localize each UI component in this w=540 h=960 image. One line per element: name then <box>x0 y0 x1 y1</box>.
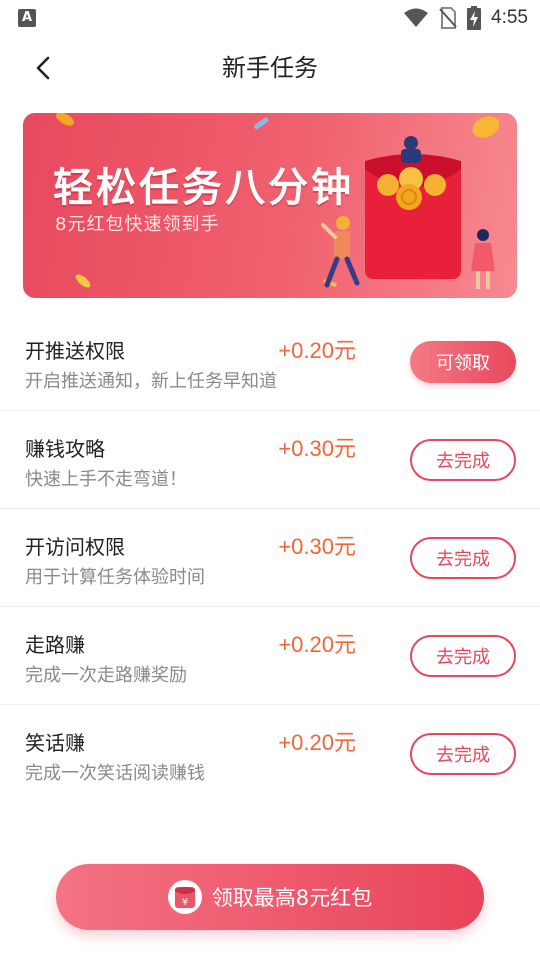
task-row: 赚钱攻略 快速上手不走弯道！ +0.30元 去完成 <box>0 411 540 509</box>
header: 新手任务 <box>0 36 540 100</box>
status-bar: A 4:55 <box>0 0 540 36</box>
task-desc: 完成一次走路赚奖励 <box>25 665 187 686</box>
banner-subtitle: 8元红包快速领到手 <box>55 214 220 235</box>
task-reward: +0.30元 <box>278 436 356 461</box>
task-title: 开访问权限 <box>25 535 125 559</box>
task-reward: +0.20元 <box>278 632 356 657</box>
promo-banner[interactable]: 轻松任务八分钟 8元红包快速领到手 <box>23 113 517 298</box>
task-desc: 完成一次笑话阅读赚钱 <box>25 763 205 784</box>
task-desc: 开启推送通知，新上任务早知道 <box>25 371 277 392</box>
status-icons: 4:55 <box>403 0 528 36</box>
no-sim-icon <box>439 7 457 29</box>
task-desc: 快速上手不走弯道！ <box>25 469 187 490</box>
back-arrow-icon <box>36 56 50 80</box>
go-complete-button[interactable]: 去完成 <box>410 537 516 579</box>
task-desc: 用于计算任务体验时间 <box>25 567 205 588</box>
task-reward: +0.30元 <box>278 534 356 559</box>
claim-red-packet-button[interactable]: ¥ 领取最高8元红包 <box>56 864 484 930</box>
cta-label: 领取最高8元红包 <box>211 886 373 910</box>
task-title: 笑话赚 <box>25 731 85 755</box>
task-reward: +0.20元 <box>278 730 356 755</box>
task-row: 走路赚 完成一次走路赚奖励 +0.20元 去完成 <box>0 607 540 705</box>
notification-icon: A <box>18 9 36 27</box>
task-title: 开推送权限 <box>25 339 125 363</box>
red-packet-glyph: ¥ <box>182 897 188 908</box>
status-time: 4:55 <box>491 7 528 28</box>
battery-charging-icon <box>467 6 482 30</box>
banner-title: 轻松任务八分钟 <box>53 165 354 211</box>
task-title: 赚钱攻略 <box>25 437 105 461</box>
back-button[interactable] <box>26 50 62 86</box>
go-complete-button[interactable]: 去完成 <box>410 439 516 481</box>
go-complete-button[interactable]: 去完成 <box>410 635 516 677</box>
page-title: 新手任务 <box>222 54 318 82</box>
wifi-icon <box>404 8 429 27</box>
task-row: 开推送权限 开启推送通知，新上任务早知道 +0.20元 可领取 <box>0 313 540 411</box>
task-reward: +0.20元 <box>278 338 356 363</box>
task-list: 开推送权限 开启推送通知，新上任务早知道 +0.20元 可领取 赚钱攻略 快速上… <box>0 313 540 803</box>
go-complete-button[interactable]: 去完成 <box>410 733 516 775</box>
task-row: 开访问权限 用于计算任务体验时间 +0.30元 去完成 <box>0 509 540 607</box>
task-title: 走路赚 <box>25 633 85 657</box>
claim-button[interactable]: 可领取 <box>410 341 516 383</box>
red-packet-icon: ¥ <box>167 880 202 914</box>
task-row: 笑话赚 完成一次笑话阅读赚钱 +0.20元 去完成 <box>0 705 540 803</box>
